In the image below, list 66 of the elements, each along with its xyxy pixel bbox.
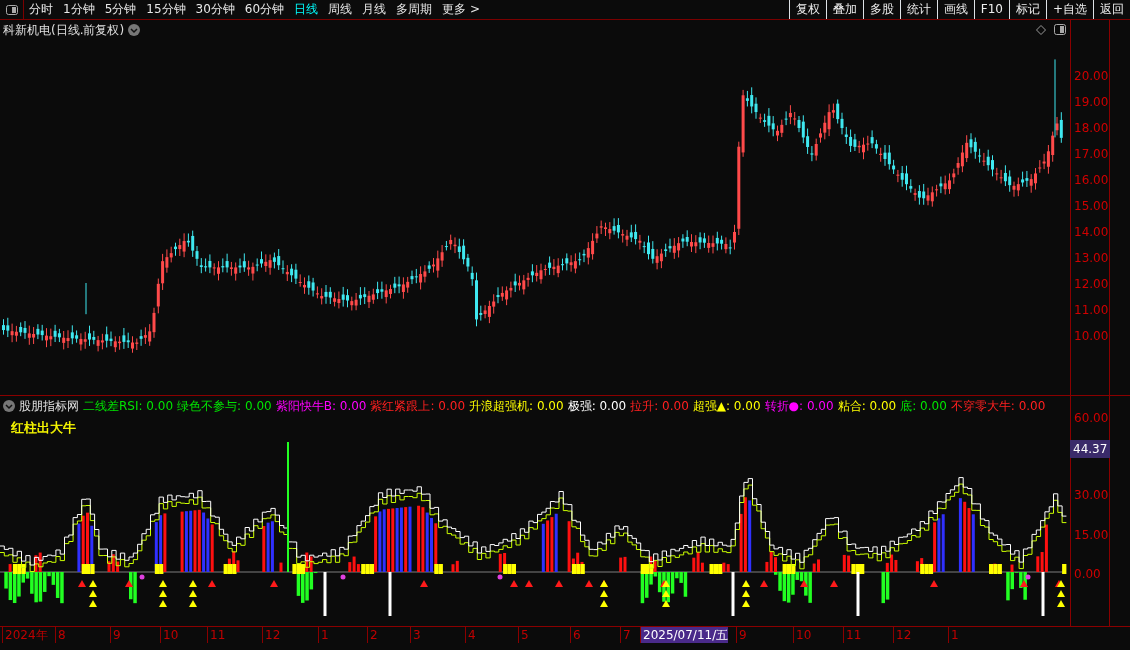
panel-toggle-icon[interactable] [1054, 24, 1066, 35]
date-label: 10 [793, 627, 812, 643]
chevron-down-icon[interactable] [3, 400, 15, 412]
date-label: 2025/07/11/五 [640, 627, 729, 643]
period-tab[interactable]: 多周期 [391, 0, 438, 19]
date-label: 12 [893, 627, 912, 643]
date-label: 7 [620, 627, 631, 643]
period-tab[interactable]: 更多 > [437, 0, 485, 19]
legend-item: 紫阳快牛B: 0.00 [275, 398, 367, 415]
legend-item: 粘合: 0.00 [837, 398, 897, 415]
value-tag: 44.37 [1070, 440, 1111, 458]
axis-label: 60.00 [1074, 410, 1109, 427]
axis-label: 18.00 [1074, 120, 1109, 137]
legend-item: 超强▲: 0.00 [692, 398, 761, 415]
date-label: 1 [948, 627, 959, 643]
axis-label: 15.00 [1074, 198, 1109, 215]
legend-item: 转折●: 0.00 [764, 398, 834, 415]
axis-label: 19.00 [1074, 94, 1109, 111]
period-tab[interactable]: 月线 [357, 0, 392, 19]
panel-toggle-icon[interactable] [5, 4, 18, 15]
date-label: 5 [518, 627, 529, 643]
date-label: 2 [367, 627, 378, 643]
date-label: 10 [160, 627, 179, 643]
axis-label: 13.00 [1074, 250, 1109, 267]
legend-item: 拉升: 0.00 [630, 398, 689, 415]
legend-item: 绿色不参与: 0.00 [177, 398, 272, 415]
date-label: 11 [843, 627, 862, 643]
date-label: 12 [262, 627, 281, 643]
period-tab[interactable]: 周线 [323, 0, 358, 19]
date-label: 9 [736, 627, 747, 643]
axis-label: 16.00 [1074, 172, 1109, 189]
period-tab[interactable]: 分时 [24, 0, 58, 19]
axis-label: 17.00 [1074, 146, 1109, 163]
date-label: 2024年 [2, 627, 48, 643]
axis-label: 0.00 [1074, 566, 1101, 583]
axis-label: 20.00 [1074, 68, 1109, 85]
legend-item: 二线差RSI: 0.00 [83, 398, 174, 415]
date-label: 11 [207, 627, 226, 643]
legend-item: 底: 0.00 [900, 398, 947, 415]
date-label: 8 [55, 627, 66, 643]
axis-label: 15.00 [1074, 527, 1109, 544]
diamond-icon[interactable] [1036, 25, 1046, 35]
axis-label: 12.00 [1074, 276, 1109, 293]
chevron-down-icon[interactable] [128, 24, 141, 36]
period-tab[interactable]: 60分钟 [239, 0, 290, 19]
axis-label: 11.00 [1074, 302, 1109, 319]
period-tab[interactable]: 1分钟 [58, 0, 100, 19]
date-label: 4 [465, 627, 476, 643]
chart-title: 科新机电(日线.前复权) [3, 22, 125, 39]
legend-item: 极强: 0.00 [567, 398, 627, 415]
legend-item: 升浪超强机: 0.00 [469, 398, 564, 415]
legend-item: 紫红紧跟上: 0.00 [370, 398, 466, 415]
legend-item: 不穿零大牛: 0.00 [950, 398, 1046, 415]
period-tab[interactable]: 15分钟 [141, 0, 191, 19]
date-label: 9 [110, 627, 121, 643]
axis-label: 30.00 [1074, 487, 1109, 504]
period-tab[interactable]: 5分钟 [99, 0, 142, 19]
axis-label: 10.00 [1074, 328, 1109, 345]
axis-label: 14.00 [1074, 224, 1109, 241]
indicator-name: 股朋指标网 [19, 398, 79, 415]
date-label: 3 [410, 627, 421, 643]
date-label: 1 [318, 627, 329, 643]
date-label: 6 [570, 627, 581, 643]
period-tab[interactable]: 30分钟 [190, 0, 240, 19]
legend-item: 红柱出大牛 [11, 420, 76, 435]
period-tab[interactable]: 日线 [289, 0, 324, 19]
